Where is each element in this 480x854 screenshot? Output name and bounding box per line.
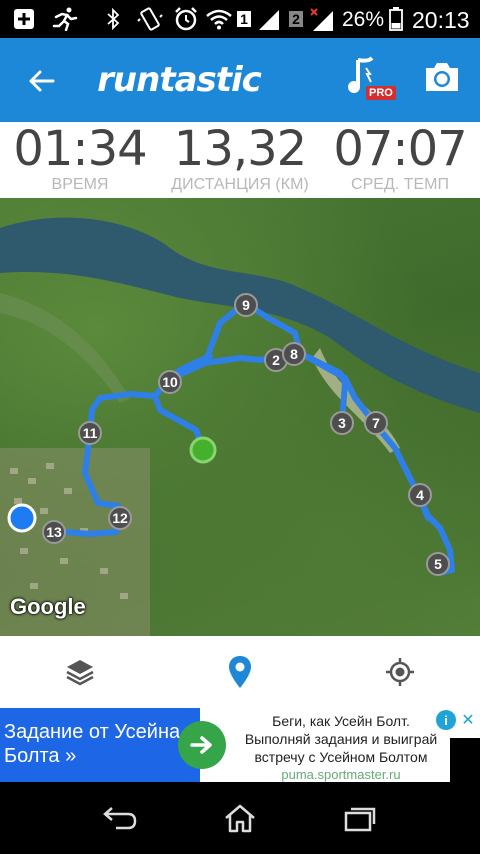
svg-text:3: 3 <box>338 415 346 431</box>
wifi-icon <box>204 6 234 32</box>
ad-banner[interactable]: Задание от Усейна Болта » Беги, как Усей… <box>0 708 480 782</box>
svg-text:7: 7 <box>372 415 380 431</box>
stat-distance-label: ДИСТАНЦИЯ (КМ) <box>171 176 309 193</box>
stat-pace-value: 07:07 <box>333 121 467 177</box>
arrow-left-icon <box>29 70 55 92</box>
gps-target-icon <box>386 658 414 686</box>
km-marker[interactable]: 9 <box>234 293 258 317</box>
stat-pace: 07:07 СРЕД. ТЕМП <box>320 122 480 194</box>
vibrate-icon <box>136 6 164 32</box>
camera-button[interactable] <box>422 60 466 100</box>
back-button[interactable] <box>18 58 64 104</box>
ad-go-button[interactable] <box>178 721 226 769</box>
sim2-badge: 2 <box>286 6 306 32</box>
field <box>0 293 130 403</box>
back-icon <box>103 807 137 830</box>
signal-sim1-icon <box>256 6 282 32</box>
nav-recents-button[interactable] <box>340 800 380 836</box>
bluetooth-icon <box>102 6 124 32</box>
stat-time-label: ВРЕМЯ <box>51 176 109 193</box>
nav-back-button[interactable] <box>100 800 140 836</box>
location-pin-icon <box>229 656 251 688</box>
clock: 20:13 <box>412 7 470 33</box>
km-marker[interactable]: 7 <box>364 411 388 435</box>
km-marker[interactable]: 4 <box>408 483 432 507</box>
runtastic-logo: runtastic <box>97 60 262 100</box>
layers-icon <box>66 660 94 686</box>
sim1-badge: 1 <box>234 6 254 32</box>
runner-icon <box>50 6 80 32</box>
svg-text:4: 4 <box>416 487 424 503</box>
ad-headline[interactable]: Задание от Усейна Болта » <box>0 708 200 782</box>
map-controls <box>0 636 480 708</box>
km-marker[interactable]: 12 <box>108 506 132 530</box>
km-marker[interactable]: 5 <box>426 552 450 576</box>
system-nav-bar <box>0 782 480 854</box>
nav-home-button[interactable] <box>220 800 260 836</box>
svg-text:10: 10 <box>162 374 178 390</box>
ad-close-icon[interactable]: ✕ <box>458 710 478 730</box>
map-canvas: 2 3 4 5 7 8 9 10 11 12 13 <box>0 217 480 636</box>
stat-distance: 13,32 ДИСТАНЦИЯ (КМ) <box>160 122 320 194</box>
current-location-marker[interactable] <box>7 503 37 533</box>
layers-button[interactable] <box>60 652 100 692</box>
location-pin-button[interactable] <box>220 652 260 692</box>
km-marker[interactable]: 11 <box>78 421 102 445</box>
alarm-icon <box>172 6 200 32</box>
km-marker[interactable]: 10 <box>158 370 182 394</box>
status-bar: 1 2 26% 20:13 <box>0 0 480 38</box>
stat-time: 01:34 ВРЕМЯ <box>0 122 160 194</box>
ad-body[interactable]: Беги, как Усейн Болт. Выполняй задания и… <box>232 712 450 784</box>
camera-icon <box>426 63 458 91</box>
stat-pace-label: СРЕД. ТЕМП <box>351 176 449 193</box>
svg-text:12: 12 <box>112 510 128 526</box>
pro-badge: PRO <box>366 86 396 100</box>
route-map[interactable]: 2 3 4 5 7 8 9 10 11 12 13 Google <box>0 198 480 636</box>
svg-text:2: 2 <box>272 352 280 368</box>
svg-text:11: 11 <box>83 425 98 441</box>
signal-sim2-icon <box>308 6 336 32</box>
google-attribution: Google <box>10 594 86 619</box>
battery-icon <box>388 6 404 32</box>
svg-text:13: 13 <box>46 524 62 540</box>
svg-text:8: 8 <box>290 346 298 362</box>
add-box-icon <box>10 6 38 32</box>
music-pro-button[interactable]: PRO <box>346 56 398 106</box>
stats-panel: 01:34 ВРЕМЯ 13,32 ДИСТАНЦИЯ (КМ) 07:07 С… <box>0 122 480 198</box>
ad-body-line: Выполняй задания и выиграй <box>244 731 438 747</box>
km-marker[interactable]: 8 <box>282 342 306 366</box>
svg-text:5: 5 <box>434 556 442 572</box>
home-icon <box>225 804 255 833</box>
ad-body-line: Беги, как Усейн Болт. <box>272 713 410 729</box>
km-marker[interactable]: 3 <box>330 411 354 435</box>
arrow-right-icon <box>190 736 212 754</box>
ad-info-icon[interactable]: i <box>436 710 456 730</box>
km-marker[interactable]: 13 <box>42 520 66 544</box>
stat-distance-value: 13,32 <box>173 121 307 177</box>
start-marker[interactable] <box>189 436 217 464</box>
ad-edge <box>450 738 480 782</box>
app-bar: runtastic PRO <box>0 38 480 122</box>
gps-target-button[interactable] <box>380 652 420 692</box>
recents-icon <box>344 807 376 832</box>
ad-body-line: встречу с Усейном Болтом <box>254 749 428 765</box>
svg-text:9: 9 <box>242 297 250 313</box>
battery-percent: 26% <box>342 8 385 31</box>
stat-time-value: 01:34 <box>13 121 147 177</box>
